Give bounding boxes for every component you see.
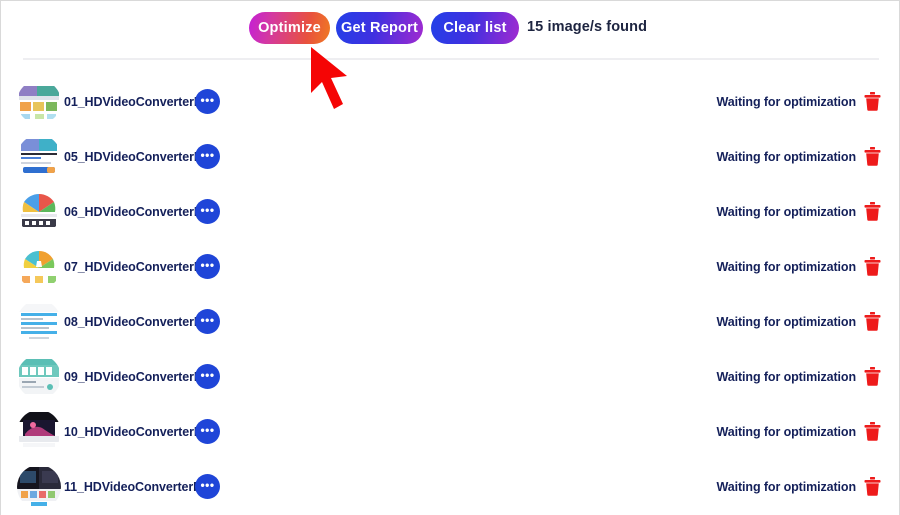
status-label: Waiting for optimization	[716, 149, 857, 164]
more-dots-icon: •••	[200, 202, 215, 217]
image-filename: 11_HDVideoConverterFacto	[64, 479, 200, 494]
clear-list-button[interactable]: Clear list	[431, 12, 519, 44]
image-list-row[interactable]: 06_HDVideoConverterFact••• Waiting for op…	[1, 184, 899, 239]
delete-trash-icon-button[interactable]	[863, 202, 881, 222]
toolbar: Optimize Get Report Clear list 15 image/…	[1, 1, 899, 55]
delete-trash-icon-button[interactable]	[863, 257, 881, 277]
more-dots-icon: •••	[200, 257, 215, 272]
optimize-button[interactable]: Optimize	[249, 12, 330, 44]
image-filename: 01_HDVideoConverterFacto	[64, 94, 200, 109]
image-optimizer-window: Optimize Get Report Clear list 15 image/…	[0, 0, 900, 515]
image-list-row[interactable]: 11_HDVideoConverterFacto••• Waiting for o…	[1, 459, 899, 514]
delete-trash-icon-button[interactable]	[863, 422, 881, 442]
more-dots-icon: •••	[200, 92, 215, 107]
more-options-button[interactable]: •••	[195, 199, 220, 224]
image-filename: 10_HDVideoConverterFacto	[64, 424, 200, 439]
status-label: Waiting for optimization	[716, 94, 857, 109]
more-dots-icon: •••	[200, 312, 215, 327]
status-label: Waiting for optimization	[716, 204, 857, 219]
more-options-button[interactable]: •••	[195, 89, 220, 114]
status-label: Waiting for optimization	[716, 314, 857, 329]
more-options-button[interactable]: •••	[195, 309, 220, 334]
more-options-button[interactable]: •••	[195, 144, 220, 169]
delete-trash-icon-button[interactable]	[863, 312, 881, 332]
image-thumbnail	[17, 409, 61, 454]
image-thumbnail	[17, 464, 61, 509]
more-dots-icon: •••	[200, 422, 215, 437]
images-found-count: 15 image/s found	[527, 19, 648, 35]
status-label: Waiting for optimization	[716, 259, 857, 274]
toolbar-divider	[23, 58, 879, 60]
image-list-row[interactable]: 01_HDVideoConverterFacto••• Waiting for o…	[1, 74, 899, 129]
more-dots-icon: •••	[200, 147, 215, 162]
image-filename: 09_HDVideoConverterFact	[64, 369, 200, 384]
image-list-row[interactable]: 10_HDVideoConverterFacto••• Waiting for o…	[1, 404, 899, 459]
image-thumbnail	[17, 354, 61, 399]
image-list-row[interactable]: 08_HDVideoConverterFact••• Waiting for op…	[1, 294, 899, 349]
image-filename: 07_HDVideoConverterFacto	[64, 259, 200, 274]
image-thumbnail	[17, 244, 61, 289]
status-label: Waiting for optimization	[716, 369, 857, 384]
delete-trash-icon-button[interactable]	[863, 92, 881, 112]
more-dots-icon: •••	[200, 367, 215, 382]
image-list-row[interactable]: 09_HDVideoConverterFact••• Waiting for op…	[1, 349, 899, 404]
image-list-row[interactable]: 07_HDVideoConverterFacto••• Waiting for o…	[1, 239, 899, 294]
image-filename: 06_HDVideoConverterFact	[64, 204, 200, 219]
image-thumbnail	[17, 79, 61, 124]
image-list: 01_HDVideoConverterFacto•••Waiting for o…	[1, 74, 899, 514]
image-thumbnail	[17, 134, 61, 179]
delete-trash-icon-button[interactable]	[863, 477, 881, 497]
image-filename: 08_HDVideoConverterFact	[64, 314, 200, 329]
more-options-button[interactable]: •••	[195, 474, 220, 499]
image-filename: 05_HDVideoConverterFact	[64, 149, 200, 164]
more-dots-icon: •••	[200, 477, 215, 492]
image-list-row[interactable]: 05_HDVideoConverterFact••• Waiting for op…	[1, 129, 899, 184]
status-label: Waiting for optimization	[716, 479, 857, 494]
more-options-button[interactable]: •••	[195, 254, 220, 279]
status-label: Waiting for optimization	[716, 424, 857, 439]
delete-trash-icon-button[interactable]	[863, 367, 881, 387]
get-report-button[interactable]: Get Report	[336, 12, 423, 44]
image-thumbnail	[17, 299, 61, 344]
more-options-button[interactable]: •••	[195, 364, 220, 389]
delete-trash-icon-button[interactable]	[863, 147, 881, 167]
image-thumbnail	[17, 189, 61, 234]
more-options-button[interactable]: •••	[195, 419, 220, 444]
